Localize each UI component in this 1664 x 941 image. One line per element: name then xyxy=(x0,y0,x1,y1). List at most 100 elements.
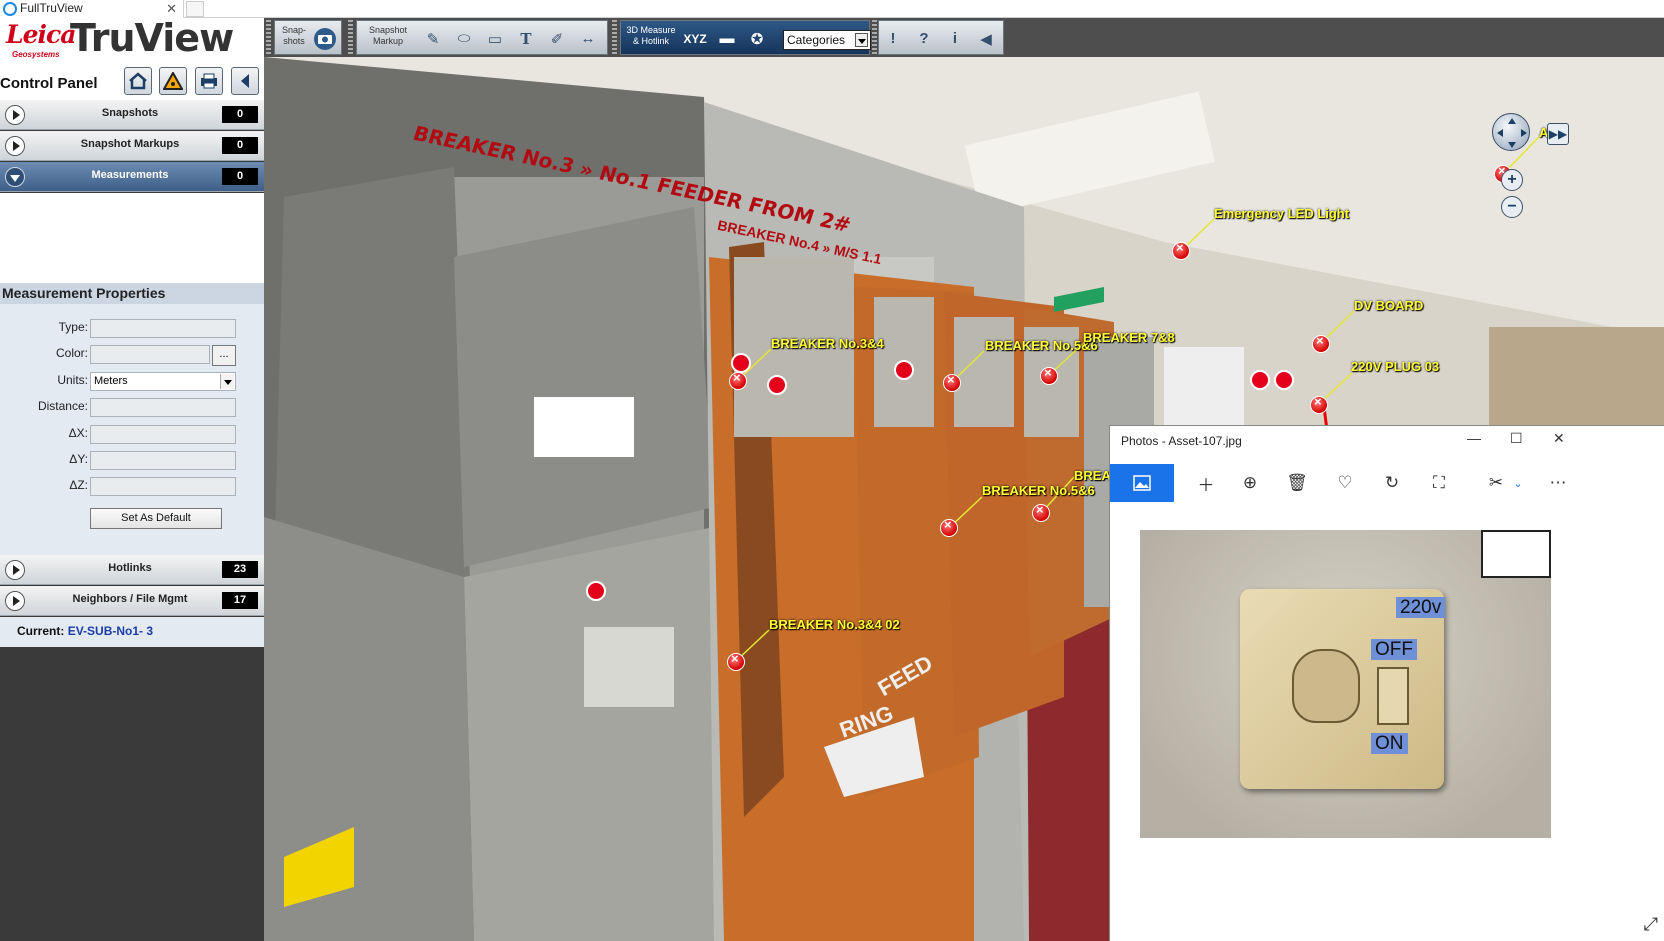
measurements-section[interactable]: Measurements 0 xyxy=(0,162,264,192)
hotlink-pin[interactable] xyxy=(940,517,958,537)
snapshots-group: Snap- shots xyxy=(274,20,342,55)
hotlink-label-dv-board[interactable]: DV BOARD xyxy=(1354,298,1423,313)
print-button[interactable] xyxy=(195,67,223,95)
collapse-panel-button[interactable] xyxy=(231,67,259,95)
minimize-button[interactable]: — xyxy=(1467,430,1481,446)
hotlink-pin[interactable] xyxy=(729,370,747,390)
expand-arrow-icon[interactable] xyxy=(5,591,25,611)
snapshots-tool-label: Snap- shots xyxy=(281,25,307,46)
zoom-button[interactable]: ⊕ xyxy=(1234,464,1266,502)
hotlink-pin[interactable] xyxy=(1310,394,1328,414)
delete-button[interactable]: 🗑 xyxy=(1281,464,1313,502)
more-button[interactable]: ⋯ xyxy=(1542,464,1574,502)
hotlink-pin[interactable] xyxy=(1040,365,1058,385)
back-button[interactable]: ◀ xyxy=(972,24,1000,53)
crop-icon: ⛶ xyxy=(1433,473,1445,492)
dz-label: ΔZ: xyxy=(69,478,88,492)
set-as-default-button[interactable]: Set As Default xyxy=(90,508,222,529)
categories-select[interactable]: Categories xyxy=(783,30,871,50)
hotlink-label-breaker34-02[interactable]: BREAKER No.3&4 02 xyxy=(769,617,900,632)
chevron-down-icon[interactable] xyxy=(855,33,868,47)
chevron-down-icon[interactable] xyxy=(220,374,234,389)
pan-control[interactable] xyxy=(1492,113,1530,151)
crop-button[interactable]: ⛶ xyxy=(1423,464,1455,502)
measurement-point[interactable] xyxy=(731,353,751,373)
favorite-button[interactable]: ♡ xyxy=(1329,464,1361,502)
hotlink-pin[interactable] xyxy=(1312,333,1330,353)
new-tab-button[interactable] xyxy=(186,1,204,17)
grid-sheet xyxy=(1481,530,1551,578)
toolbar-grip[interactable] xyxy=(348,20,353,55)
measure-hotlink-label: 3D Measure & Hotlink xyxy=(626,25,676,46)
next-view-button[interactable]: ▶▶ xyxy=(1547,123,1569,145)
measurement-point[interactable] xyxy=(1274,370,1294,390)
expand-arrow-icon[interactable] xyxy=(5,560,25,580)
add-button[interactable]: ＋ xyxy=(1190,464,1222,502)
info-button[interactable]: i xyxy=(941,24,969,53)
zoom-in-button[interactable]: + xyxy=(1501,169,1523,191)
rotate-button[interactable]: ↻ xyxy=(1376,464,1408,502)
hotlink-label-breaker56[interactable]: BREAKER No.5&6 xyxy=(982,483,1095,498)
edit-tool-button[interactable]: ✐ xyxy=(543,24,571,53)
hotlinks-count: 23 xyxy=(222,561,258,578)
view-image-button[interactable] xyxy=(1110,464,1174,502)
question-icon: ? xyxy=(919,30,929,47)
toolbar-grip[interactable] xyxy=(612,20,617,55)
units-label: Units: xyxy=(57,373,88,387)
snapshots-section[interactable]: Snapshots 0 xyxy=(0,100,264,130)
toolbar-grip[interactable] xyxy=(266,20,271,55)
hotlinks-section[interactable]: Hotlinks 23 xyxy=(0,555,264,585)
maximize-button[interactable]: ☐ xyxy=(1510,430,1523,447)
color-picker-button[interactable]: ... xyxy=(212,345,236,366)
help-button[interactable]: ? xyxy=(910,24,938,53)
hotlink-pin[interactable] xyxy=(727,651,745,671)
expand-arrow-icon[interactable] xyxy=(5,136,25,156)
hotlink-pin[interactable] xyxy=(1172,240,1190,260)
socket xyxy=(1292,649,1360,723)
expand-arrow-icon[interactable] xyxy=(5,105,25,125)
measurement-point[interactable] xyxy=(767,375,787,395)
hotlink-label-breaker-partial[interactable]: BREA xyxy=(1074,468,1111,483)
units-select[interactable]: Meters xyxy=(90,372,236,391)
xyz-button[interactable]: XYZ xyxy=(681,24,709,53)
color-label: Color: xyxy=(55,346,88,360)
measurements-label: Measurements xyxy=(91,169,169,181)
home-button[interactable] xyxy=(124,67,152,95)
zoom-out-button[interactable]: − xyxy=(1501,196,1523,218)
snapshots-label: Snapshots xyxy=(101,107,159,119)
hotlink-pin[interactable] xyxy=(1032,502,1050,522)
close-window-button[interactable]: ✕ xyxy=(1553,430,1565,447)
minus-icon: − xyxy=(1507,198,1517,215)
hotlink-label-plug[interactable]: 220V PLUG 03 xyxy=(1351,359,1439,374)
trash-icon: 🗑 xyxy=(1286,473,1308,492)
rectangle-tool-button[interactable]: ▭ xyxy=(481,24,509,53)
hotlink-label-breaker78[interactable]: BREAKER 7&8 xyxy=(1083,330,1175,345)
snapshot-button[interactable] xyxy=(311,24,339,53)
close-tab-icon[interactable]: ✕ xyxy=(166,0,177,17)
measurement-point[interactable] xyxy=(586,581,606,601)
neighbors-section[interactable]: Neighbors / File Mgmt 17 xyxy=(0,586,264,616)
measurement-point[interactable] xyxy=(894,360,914,380)
hotlink-label-breaker34[interactable]: BREAKER No.3&4 xyxy=(771,336,884,351)
collapse-arrow-icon[interactable] xyxy=(5,167,25,187)
warning-button[interactable] xyxy=(159,67,187,95)
switch xyxy=(1377,667,1409,725)
ruler-button[interactable]: ▬ xyxy=(713,24,741,53)
dimension-tool-button[interactable]: ↔ xyxy=(574,24,602,53)
hotlink-pin[interactable] xyxy=(943,372,961,392)
type-field xyxy=(90,319,236,338)
current-scan-link[interactable]: EV-SUB-No1- 3 xyxy=(68,624,153,638)
edit-dropdown[interactable]: ⌄ xyxy=(1502,464,1534,502)
measurement-point[interactable] xyxy=(1250,370,1270,390)
expand-icon[interactable]: ⤢ xyxy=(1644,914,1658,935)
snapshot-markups-section[interactable]: Snapshot Markups 0 xyxy=(0,131,264,161)
toolbar-grip[interactable] xyxy=(872,20,877,55)
ellipse-tool-button[interactable]: ⬭ xyxy=(450,24,478,53)
categories-value: Categories xyxy=(787,33,846,47)
pen-tool-button[interactable]: ✎ xyxy=(419,24,447,53)
text-tool-button[interactable]: T xyxy=(512,24,540,53)
hotlink-button[interactable]: ✪ xyxy=(743,24,771,53)
hotlink-label-emergency[interactable]: Emergency LED Light xyxy=(1214,206,1349,221)
alert-button[interactable]: ! xyxy=(879,24,907,53)
hotlink-label-breaker56-top[interactable]: BREAKER No.5&6 xyxy=(985,338,1098,353)
